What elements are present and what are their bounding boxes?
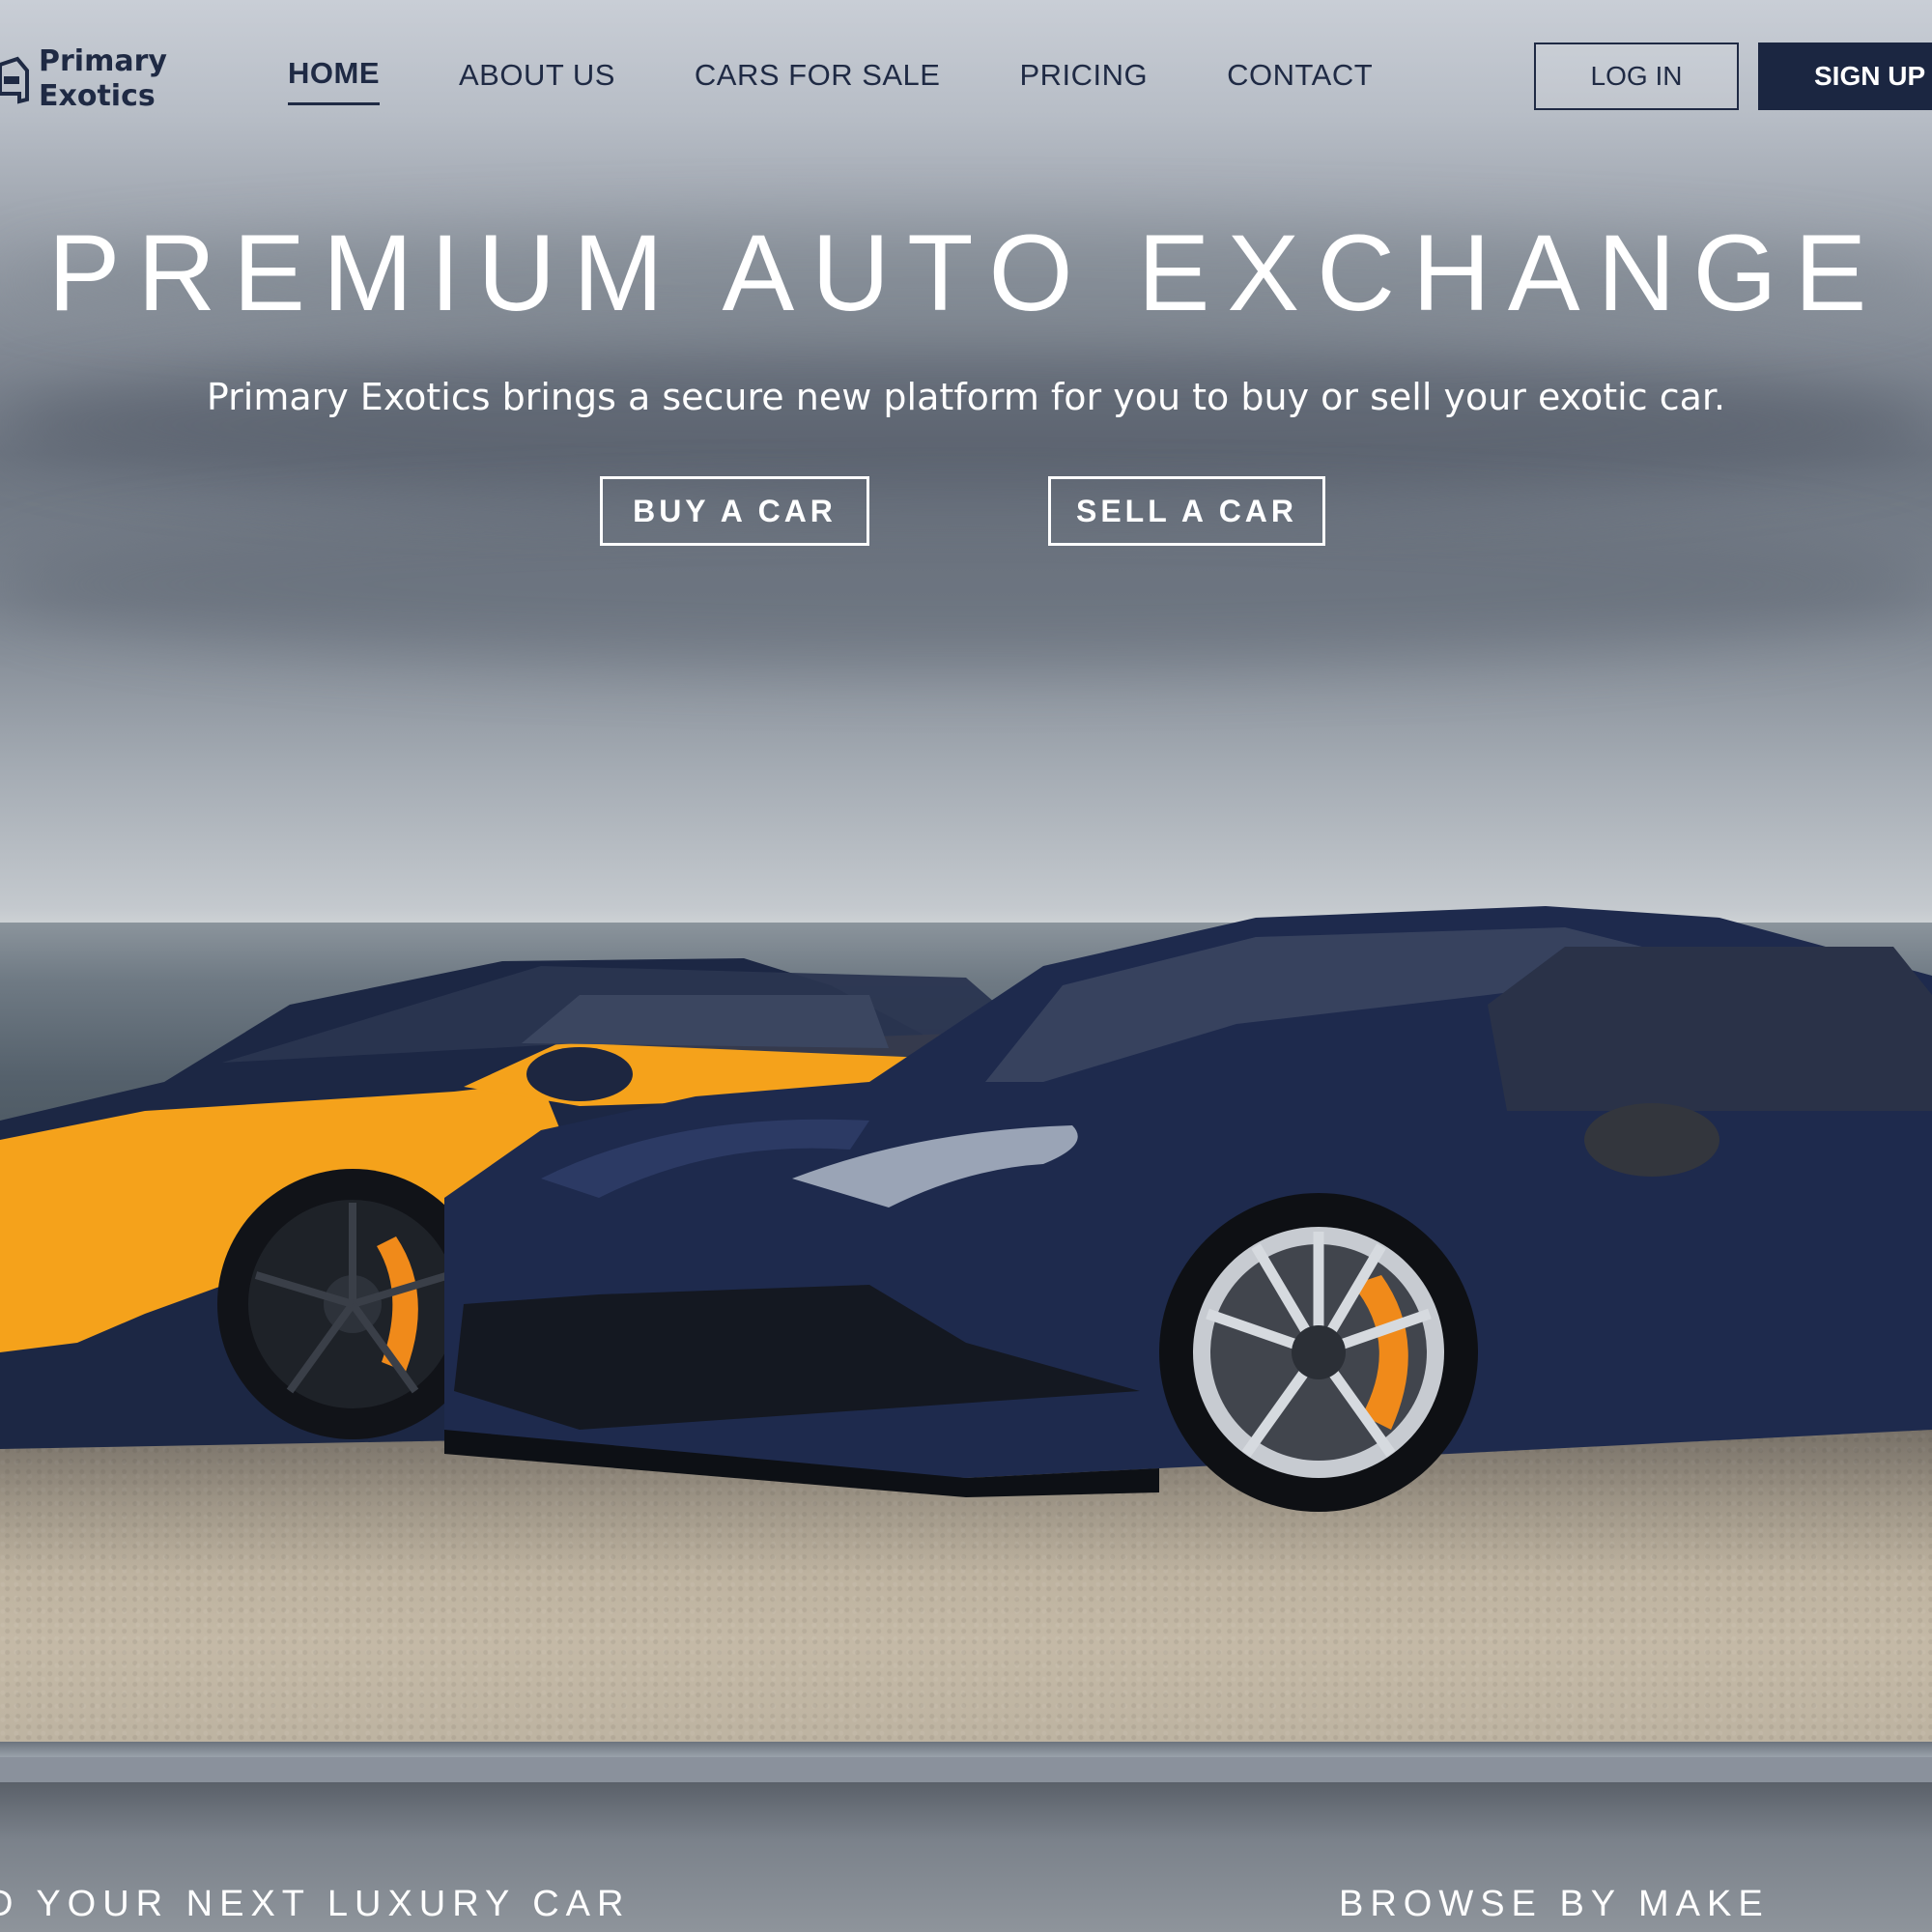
brand-name-line2: Exotics (39, 79, 156, 113)
brand-name-line1: Primary (39, 44, 167, 78)
buy-a-car-button[interactable]: BUY A CAR (600, 476, 869, 546)
section-divider (0, 1742, 1932, 1757)
brand-logo[interactable]: Primary Exotics (0, 41, 167, 118)
signup-button[interactable]: SIGN UP (1758, 43, 1932, 110)
cloud-band (0, 348, 1932, 502)
car-front-icon (0, 56, 29, 104)
browse-by-make-heading[interactable]: BROWSE BY MAKE (1339, 1884, 1770, 1925)
nav-cars-for-sale[interactable]: CARS FOR SALE (695, 58, 941, 104)
find-luxury-car-heading[interactable]: D YOUR NEXT LUXURY CAR (0, 1884, 630, 1925)
site-header: Primary Exotics HOME ABOUT US CARS FOR S… (0, 0, 1932, 155)
nav-home[interactable]: HOME (288, 56, 380, 105)
hero-car-photo (0, 906, 1932, 1512)
brand-name: Primary Exotics (39, 44, 167, 114)
sell-a-car-button[interactable]: SELL A CAR (1048, 476, 1325, 546)
main-nav: HOME ABOUT US CARS FOR SALE PRICING CONT… (288, 56, 1452, 105)
nav-about-us[interactable]: ABOUT US (459, 58, 615, 104)
cloud-band (0, 502, 1932, 667)
hero-title: PREMIUM AUTO EXCHANGE (47, 213, 1885, 333)
hero-subtitle: Primary Exotics brings a secure new plat… (206, 376, 1726, 418)
nav-contact[interactable]: CONTACT (1227, 58, 1373, 104)
login-button[interactable]: LOG IN (1534, 43, 1739, 110)
nav-pricing[interactable]: PRICING (1019, 58, 1148, 104)
